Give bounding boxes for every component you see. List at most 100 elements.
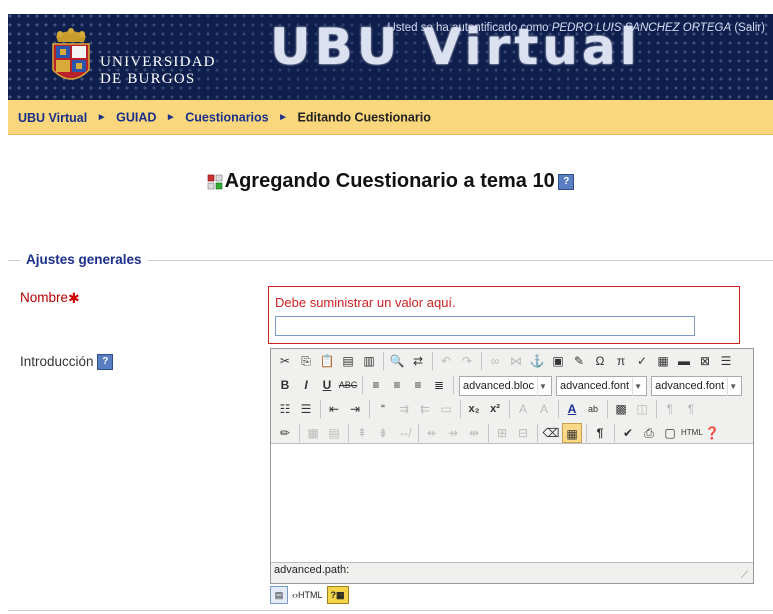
align-center-icon[interactable]: ≡: [387, 375, 407, 395]
font-color-a-icon[interactable]: A: [513, 399, 533, 419]
delete-row-icon[interactable]: ⇎: [394, 423, 414, 443]
highlight-icon[interactable]: ab: [583, 399, 603, 419]
block-format-select[interactable]: advanced.bloc ▼: [459, 376, 552, 396]
text-color-icon[interactable]: A: [562, 399, 582, 419]
bullet-list-icon[interactable]: ☷: [275, 399, 295, 419]
page: UNIVERSIDAD DE BURGOS UBU Virtual Usted …: [8, 14, 773, 614]
html-mode-toggle[interactable]: ‹›HTML: [290, 587, 325, 603]
link-icon[interactable]: ∞: [485, 351, 505, 371]
paste-text-icon[interactable]: ▤: [338, 351, 358, 371]
col-before-icon[interactable]: ⇷: [422, 423, 442, 443]
split-cells-icon[interactable]: ⊞: [492, 423, 512, 443]
name-label: Nombre✱: [20, 290, 80, 306]
div-icon[interactable]: ▭: [436, 399, 456, 419]
help-icon[interactable]: ?: [97, 354, 114, 371]
anchor-icon[interactable]: ⚓: [527, 351, 547, 371]
align-right-icon[interactable]: ≡: [408, 375, 428, 395]
align-left-icon[interactable]: ≡: [366, 375, 386, 395]
edit-icon[interactable]: ✏: [275, 423, 295, 443]
replace-icon[interactable]: ⇄: [408, 351, 428, 371]
indent-icon[interactable]: ⇥: [345, 399, 365, 419]
underline-icon[interactable]: U: [317, 375, 337, 395]
window-frame-left: [0, 0, 8, 614]
paragraph-ltr-icon[interactable]: ¶: [660, 399, 680, 419]
strikethrough-icon[interactable]: ABC: [338, 375, 358, 395]
outdent-icon[interactable]: ⇤: [324, 399, 344, 419]
pagebreak-icon[interactable]: ☰: [716, 351, 736, 371]
superscript-icon[interactable]: x²: [485, 399, 505, 419]
html-source-icon[interactable]: HTML: [681, 423, 703, 443]
paste-word-icon[interactable]: ▥: [359, 351, 379, 371]
editor-path: advanced.path:: [274, 564, 350, 576]
breadcrumb-home-link[interactable]: UBU Virtual: [18, 111, 87, 125]
editor-content-area[interactable]: [271, 443, 753, 563]
cut-icon[interactable]: ✂: [275, 351, 295, 371]
cleanup-icon[interactable]: ✎: [569, 351, 589, 371]
italic-icon[interactable]: I: [296, 375, 316, 395]
paste-icon[interactable]: 📋: [317, 351, 337, 371]
insert-image-icon[interactable]: ▩: [611, 399, 631, 419]
logged-user-link[interactable]: PEDRO LUIS SANCHEZ ORTEGA: [552, 22, 731, 34]
breadcrumb-separator: ►: [165, 111, 176, 123]
layer-icon[interactable]: ◫: [632, 399, 652, 419]
unlink-icon[interactable]: ⋈: [506, 351, 526, 371]
media-icon[interactable]: ▦: [653, 351, 673, 371]
page-title: Agregando Cuestionario a tema 10: [224, 170, 555, 192]
col-after-icon[interactable]: ⇸: [443, 423, 463, 443]
delete-col-icon[interactable]: ⇹: [464, 423, 484, 443]
fullscreen-icon[interactable]: ▢: [660, 423, 680, 443]
chevron-down-icon: ▼: [536, 378, 548, 396]
section-legend[interactable]: Ajustes generales: [20, 252, 148, 267]
row-before-icon[interactable]: ⇞: [352, 423, 372, 443]
image-icon[interactable]: ▣: [548, 351, 568, 371]
align-justify-icon[interactable]: ≣: [429, 375, 449, 395]
intro-label: Introducción ?: [20, 354, 114, 371]
pilcrow-icon[interactable]: ¶: [590, 423, 610, 443]
editor-help-icon[interactable]: ❓: [702, 423, 722, 443]
name-error-message: Debe suministrar un valor aquí.: [275, 295, 456, 310]
row-after-icon[interactable]: ⇟: [373, 423, 393, 443]
bold-icon[interactable]: B: [275, 375, 295, 395]
required-icon: ✱: [68, 290, 80, 306]
merge-cells-icon[interactable]: ⊟: [513, 423, 533, 443]
ltr-icon[interactable]: ⇉: [394, 399, 414, 419]
paragraph-rtl-icon[interactable]: ¶: [681, 399, 701, 419]
nolink-icon[interactable]: ⊠: [695, 351, 715, 371]
print-icon[interactable]: ⎙: [639, 423, 659, 443]
blockquote-icon[interactable]: “: [373, 399, 393, 419]
editor-icon[interactable]: ▤: [270, 586, 288, 604]
subscript-icon[interactable]: x₂: [464, 399, 484, 419]
pi-icon[interactable]: π: [611, 351, 631, 371]
breadcrumb-separator: ►: [278, 111, 289, 123]
header-banner: UNIVERSIDAD DE BURGOS UBU Virtual Usted …: [8, 14, 773, 100]
font-family-select[interactable]: advanced.font ▼: [555, 376, 648, 396]
font-color-b-icon[interactable]: A: [534, 399, 554, 419]
undo-icon[interactable]: ↶: [436, 351, 456, 371]
table-row-icon[interactable]: ▤: [324, 423, 344, 443]
redo-icon[interactable]: ↷: [457, 351, 477, 371]
chevron-down-icon: ▼: [632, 378, 643, 396]
breadcrumb-course-link[interactable]: GUIAD: [116, 111, 156, 125]
eraser-icon[interactable]: ⌫: [541, 423, 561, 443]
rtl-icon[interactable]: ⇇: [415, 399, 435, 419]
rich-text-editor: ✂ ⎘ 📋 ▤ ▥ 🔍 ⇄ ↶ ↷ ∞ ⋈ ⚓ ▣ ✎ Ωπ ✓ ▦ ▬ ⊠ ☰ B I U ABC ≡ ≡ ≡ ≣ advanced…: [270, 348, 754, 584]
font-size-select[interactable]: advanced.font ▼: [651, 376, 743, 396]
resize-handle-icon[interactable]: ⟋: [741, 571, 751, 581]
section-bottom-divider: [8, 610, 773, 611]
spellcheck-icon[interactable]: ✓: [632, 351, 652, 371]
omega-icon[interactable]: Ω: [590, 351, 610, 371]
visual-aid-icon[interactable]: ▦: [562, 423, 582, 443]
editor-toolbar-row-3: ☷ ☰ ⇤ ⇥ “⇉ ⇇ ▭ x₂ x² A A Aab ▩ ◫ ¶ ¶: [275, 399, 702, 421]
name-input[interactable]: [275, 316, 695, 336]
help-icon[interactable]: ?: [558, 173, 575, 190]
breadcrumb-quizzes-link[interactable]: Cuestionarios: [185, 111, 268, 125]
table-icon[interactable]: ▦: [303, 423, 323, 443]
hr-icon[interactable]: ▬: [674, 351, 694, 371]
find-icon[interactable]: 🔍: [387, 351, 407, 371]
copy-icon[interactable]: ⎘: [296, 351, 316, 371]
logout-link[interactable]: (Salir): [734, 22, 765, 34]
spellcheck-menu-icon[interactable]: ✔: [618, 423, 638, 443]
formatting-help-icon[interactable]: ?▦: [326, 586, 349, 604]
breadcrumb: UBU Virtual ► GUIAD ► Cuestionarios ► Ed…: [8, 100, 773, 135]
numbered-list-icon[interactable]: ☰: [296, 399, 316, 419]
